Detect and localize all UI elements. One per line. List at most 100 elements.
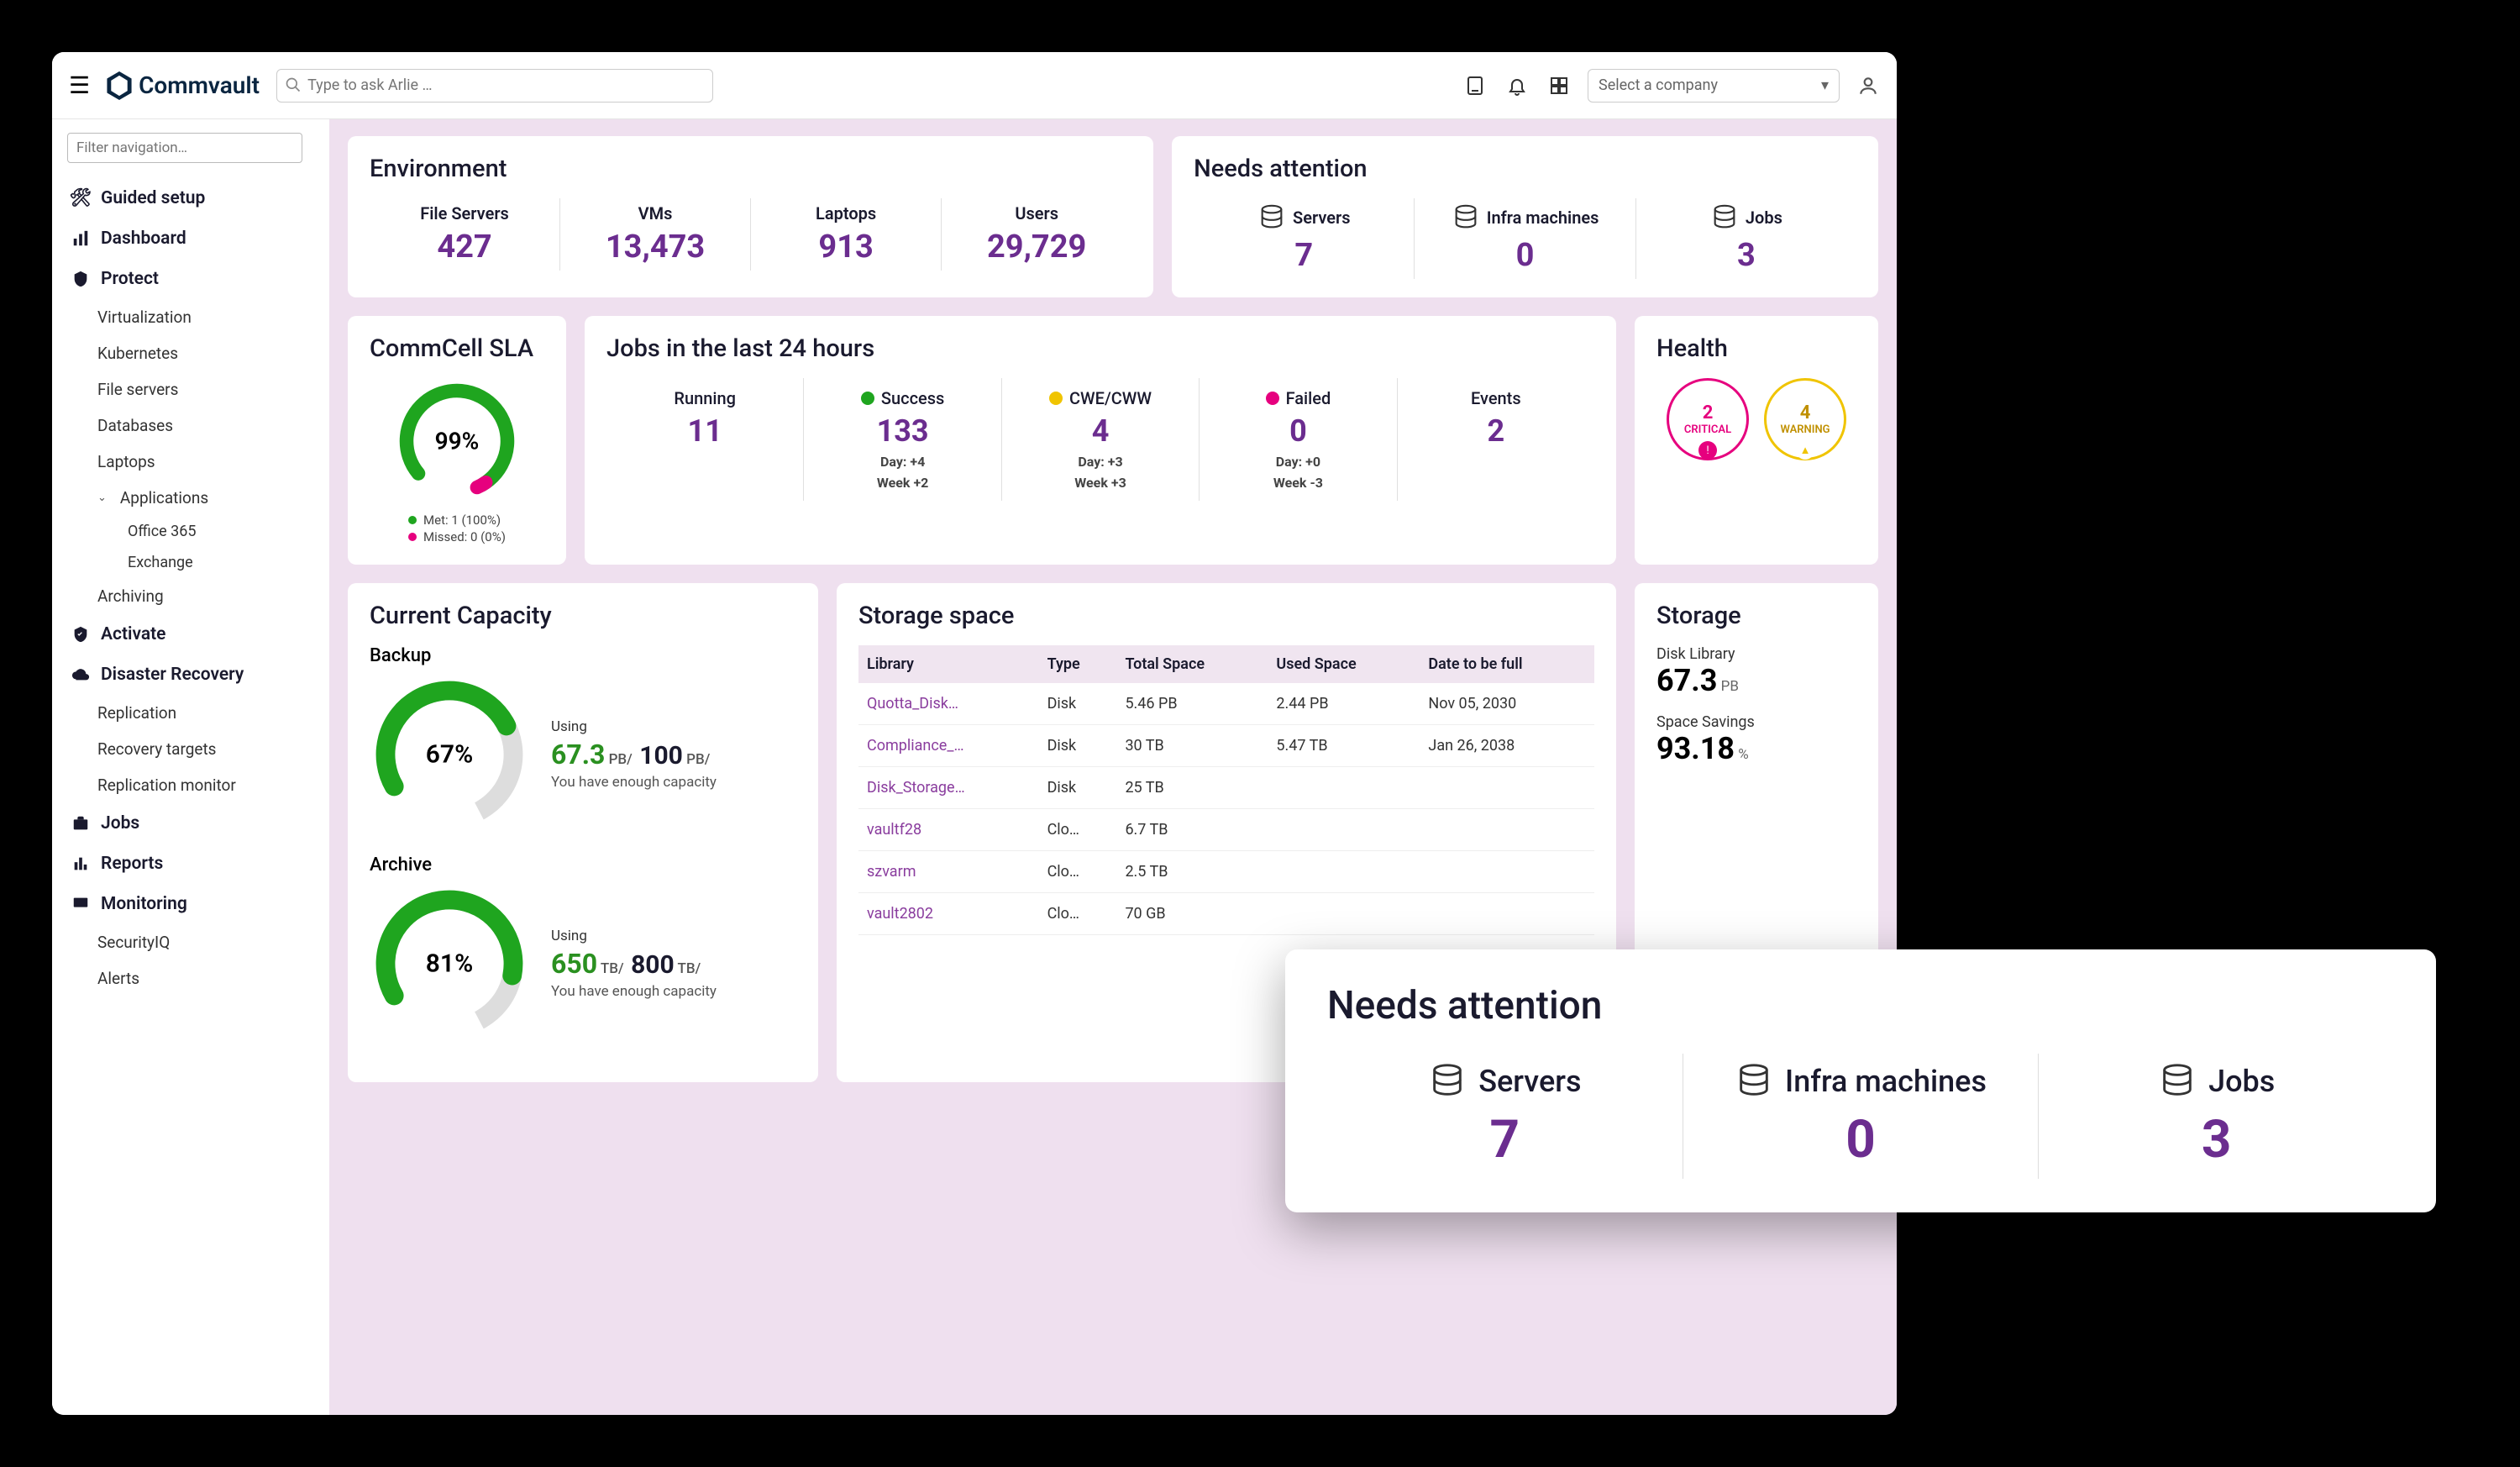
bell-icon[interactable]	[1505, 74, 1529, 97]
company-select[interactable]: Select a company ▾	[1588, 69, 1840, 103]
jobs-success[interactable]: Success133Day: +4Week +2	[804, 378, 1001, 501]
wrench-icon: 🛠	[71, 188, 91, 208]
briefcase-icon	[71, 813, 91, 833]
nav-label: SecurityIQ	[97, 933, 170, 952]
search-input[interactable]	[276, 69, 713, 103]
nav-dashboard[interactable]: Dashboard	[62, 218, 319, 259]
table-row[interactable]: Compliance_…Disk30 TB5.47 TBJan 26, 2038	[858, 725, 1594, 767]
th-total[interactable]: Total Space	[1116, 645, 1268, 683]
space-savings-kpi[interactable]: Space Savings 93.18 %	[1656, 713, 1856, 766]
env-vms[interactable]: VMs 13,473	[560, 198, 751, 271]
legend-missed: Missed: 0 (0%)	[408, 529, 506, 544]
nav-label: Virtualization	[97, 308, 192, 327]
nav-archiving[interactable]: Archiving	[62, 578, 319, 614]
table-row[interactable]: Disk_Storage…Disk25 TB	[858, 767, 1594, 809]
nav-replication[interactable]: Replication	[62, 695, 319, 731]
nav-activate[interactable]: Activate	[62, 614, 319, 655]
nav-office365[interactable]: Office 365	[62, 516, 319, 547]
callout-infra[interactable]: Infra machines 0	[1683, 1054, 2040, 1179]
needs-attention-callout: Needs attention Servers 7 Infra machines…	[1285, 949, 2436, 1212]
nav-protect[interactable]: Protect	[62, 259, 319, 299]
app-switcher-icon[interactable]	[1463, 74, 1487, 97]
nav-kubernetes[interactable]: Kubernetes	[62, 335, 319, 371]
nav-replication-monitor[interactable]: Replication monitor	[62, 767, 319, 803]
sla-gauge[interactable]: 99% Met: 1 (100%) Missed: 0 (0%)	[370, 378, 544, 546]
callout-value: 7	[1344, 1109, 1666, 1170]
nav-label: Jobs	[101, 813, 139, 833]
user-icon[interactable]	[1856, 74, 1880, 97]
cloud-icon	[71, 665, 91, 685]
nav-label: Exchange	[128, 554, 193, 571]
status-dot-green	[861, 392, 874, 405]
attention-servers[interactable]: Servers7	[1194, 198, 1415, 279]
nav-recovery-targets[interactable]: Recovery targets	[62, 731, 319, 767]
nav-databases[interactable]: Databases	[62, 408, 319, 444]
nav-reports[interactable]: Reports	[62, 844, 319, 884]
card-title: Jobs in the last 24 hours	[606, 334, 1594, 363]
storage-table: Library Type Total Space Used Space Date…	[858, 645, 1594, 935]
table-row[interactable]: vaultf28Clo…6.7 TB	[858, 809, 1594, 851]
database-icon	[2158, 1062, 2197, 1101]
environment-card: Environment File Servers427 VMs 13,473 La…	[348, 136, 1153, 297]
card-title: Storage space	[858, 602, 1594, 630]
grid-icon[interactable]	[1547, 74, 1571, 97]
capacity-backup[interactable]: Backup 67% Using 67.3 PB/ 100 PB/ You ha…	[370, 645, 796, 834]
main-content: Environment File Servers427 VMs 13,473 La…	[329, 119, 1897, 1415]
brand-logo[interactable]: Commvault	[107, 71, 260, 100]
env-users[interactable]: Users29,729	[942, 198, 1131, 271]
nav-securityiq[interactable]: SecurityIQ	[62, 924, 319, 960]
th-library[interactable]: Library	[858, 645, 1039, 683]
jobs-failed[interactable]: Failed0Day: +0Week -3	[1200, 378, 1397, 501]
nav-applications[interactable]: ⌄Applications	[62, 480, 319, 516]
callout-jobs[interactable]: Jobs 3	[2039, 1054, 2394, 1179]
nav-virtualization[interactable]: Virtualization	[62, 299, 319, 335]
health-critical[interactable]: 2CRITICAL!	[1667, 378, 1749, 460]
env-file-servers[interactable]: File Servers427	[370, 198, 560, 271]
database-icon	[1710, 203, 1739, 232]
th-date[interactable]: Date to be full	[1420, 645, 1594, 683]
stat-label: File Servers	[378, 203, 551, 223]
stat-value: 13,473	[569, 229, 742, 266]
filter-navigation-input[interactable]	[67, 133, 302, 163]
backup-gauge: 67%	[370, 675, 529, 834]
nav-exchange[interactable]: Exchange	[62, 547, 319, 578]
th-type[interactable]: Type	[1039, 645, 1117, 683]
callout-servers[interactable]: Servers 7	[1327, 1054, 1683, 1179]
nav-disaster-recovery[interactable]: Disaster Recovery	[62, 655, 319, 695]
attention-jobs[interactable]: Jobs3	[1636, 198, 1856, 279]
health-warning[interactable]: 4WARNING▲	[1764, 378, 1846, 460]
nav-label: Alerts	[97, 969, 139, 988]
search-icon	[285, 76, 302, 97]
nav-guided-setup[interactable]: 🛠Guided setup	[62, 178, 319, 218]
env-laptops[interactable]: Laptops913	[751, 198, 942, 271]
nav-file-servers[interactable]: File servers	[62, 371, 319, 408]
health-card: Health 2CRITICAL! 4WARNING▲	[1635, 316, 1878, 565]
table-row[interactable]: vault2802Clo…70 GB	[858, 893, 1594, 935]
disk-library-kpi[interactable]: Disk Library 67.3 PB	[1656, 645, 1856, 698]
menu-toggle[interactable]: ☰	[69, 71, 90, 99]
table-row[interactable]: szvarmClo…2.5 TB	[858, 851, 1594, 893]
nav-label: Recovery targets	[97, 739, 216, 759]
nav-monitoring[interactable]: Monitoring	[62, 884, 319, 924]
jobs-cwe[interactable]: CWE/CWW4Day: +3Week +3	[1002, 378, 1200, 501]
stat-label: VMs	[569, 203, 742, 223]
th-used[interactable]: Used Space	[1268, 645, 1420, 683]
capacity-archive[interactable]: Archive 81% Using 650 TB/ 800 TB/ You ha…	[370, 854, 796, 1044]
card-title: Environment	[370, 155, 1131, 183]
sla-card: CommCell SLA 99% Met: 1 (100%)	[348, 316, 566, 565]
section-title: Archive	[370, 854, 796, 875]
jobs-events[interactable]: Events2	[1398, 378, 1594, 501]
jobs-running[interactable]: Running11	[606, 378, 804, 501]
table-row[interactable]: Quotta_Disk…Disk5.46 PB2.44 PBNov 05, 20…	[858, 683, 1594, 725]
nav-label: Archiving	[97, 586, 164, 606]
card-title: Needs attention	[1194, 155, 1856, 183]
nav-laptops[interactable]: Laptops	[62, 444, 319, 480]
nav-jobs[interactable]: Jobs	[62, 803, 319, 844]
job-label: CWE/CWW	[1017, 388, 1184, 408]
attention-infra[interactable]: Infra machines0	[1415, 198, 1635, 279]
nav-label: Protect	[101, 269, 159, 289]
job-value: 2	[1413, 413, 1579, 449]
callout-label: Jobs	[2055, 1062, 2377, 1101]
nav-alerts[interactable]: Alerts	[62, 960, 319, 996]
needs-attention-card: Needs attention Servers7 Infra machines0…	[1172, 136, 1878, 297]
